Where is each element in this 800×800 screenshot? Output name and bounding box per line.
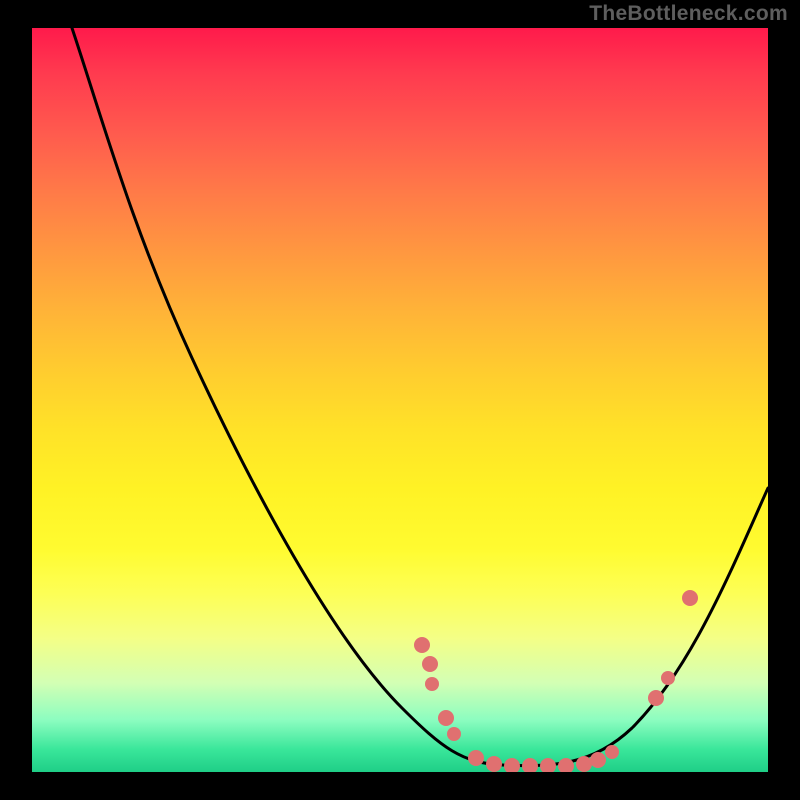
dot <box>661 671 675 685</box>
dot <box>522 758 538 772</box>
dot <box>468 750 484 766</box>
bottleneck-curve <box>72 28 768 766</box>
plot-area <box>32 28 768 772</box>
dot <box>605 745 619 759</box>
dot <box>590 752 606 768</box>
watermark-text: TheBottleneck.com <box>589 2 788 26</box>
dot <box>576 756 592 772</box>
dot <box>438 710 454 726</box>
data-dots <box>414 590 698 772</box>
chart-frame: TheBottleneck.com <box>0 0 800 800</box>
dot <box>540 758 556 772</box>
dot <box>648 690 664 706</box>
dot <box>425 677 439 691</box>
dot <box>422 656 438 672</box>
dot <box>486 756 502 772</box>
dot <box>447 727 461 741</box>
dot <box>504 758 520 772</box>
dot <box>414 637 430 653</box>
bottleneck-curve-svg <box>32 28 768 772</box>
dot <box>682 590 698 606</box>
